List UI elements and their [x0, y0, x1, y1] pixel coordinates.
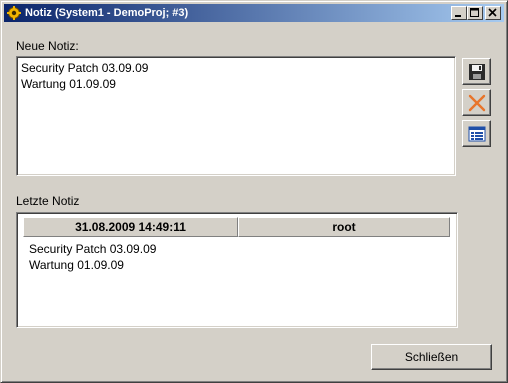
save-button[interactable] — [462, 58, 491, 85]
maximize-icon — [470, 8, 479, 17]
orange-x-icon — [468, 94, 486, 112]
maximize-button[interactable] — [467, 6, 483, 20]
table-list-icon — [468, 126, 486, 142]
delete-button[interactable] — [462, 89, 491, 116]
new-note-line: Security Patch 03.09.09 — [21, 61, 149, 75]
minimize-button[interactable] — [451, 6, 467, 20]
last-note-line: Security Patch 03.09.09 — [29, 242, 157, 256]
last-note-date-header[interactable]: 31.08.2009 14:49:11 — [23, 217, 238, 237]
last-note-body: Security Patch 03.09.09 Wartung 01.09.09 — [25, 239, 160, 275]
title-bar[interactable]: Notiz (System1 - DemoProj; #3) — [4, 4, 504, 22]
last-note-label: Letzte Notiz — [16, 194, 80, 208]
floppy-disk-icon — [469, 64, 485, 80]
new-note-textarea[interactable]: Security Patch 03.09.09 Wartung 01.09.09 — [16, 56, 456, 176]
close-icon — [488, 8, 497, 17]
last-note-panel: 31.08.2009 14:49:11 root Security Patch … — [16, 212, 458, 328]
note-dialog: Notiz (System1 - DemoProj; #3) Neue Noti… — [0, 0, 508, 383]
last-note-line: Wartung 01.09.09 — [29, 258, 124, 272]
close-window-button[interactable] — [485, 6, 501, 20]
last-note-user-header[interactable]: root — [238, 217, 450, 237]
new-note-label: Neue Notiz: — [16, 39, 79, 53]
minimize-icon — [455, 15, 461, 17]
new-note-line: Wartung 01.09.09 — [21, 77, 116, 91]
list-view-button[interactable] — [462, 120, 491, 147]
close-button[interactable]: Schließen — [371, 344, 492, 370]
app-gear-icon — [7, 6, 21, 20]
window-title: Notiz (System1 - DemoProj; #3) — [25, 7, 189, 19]
